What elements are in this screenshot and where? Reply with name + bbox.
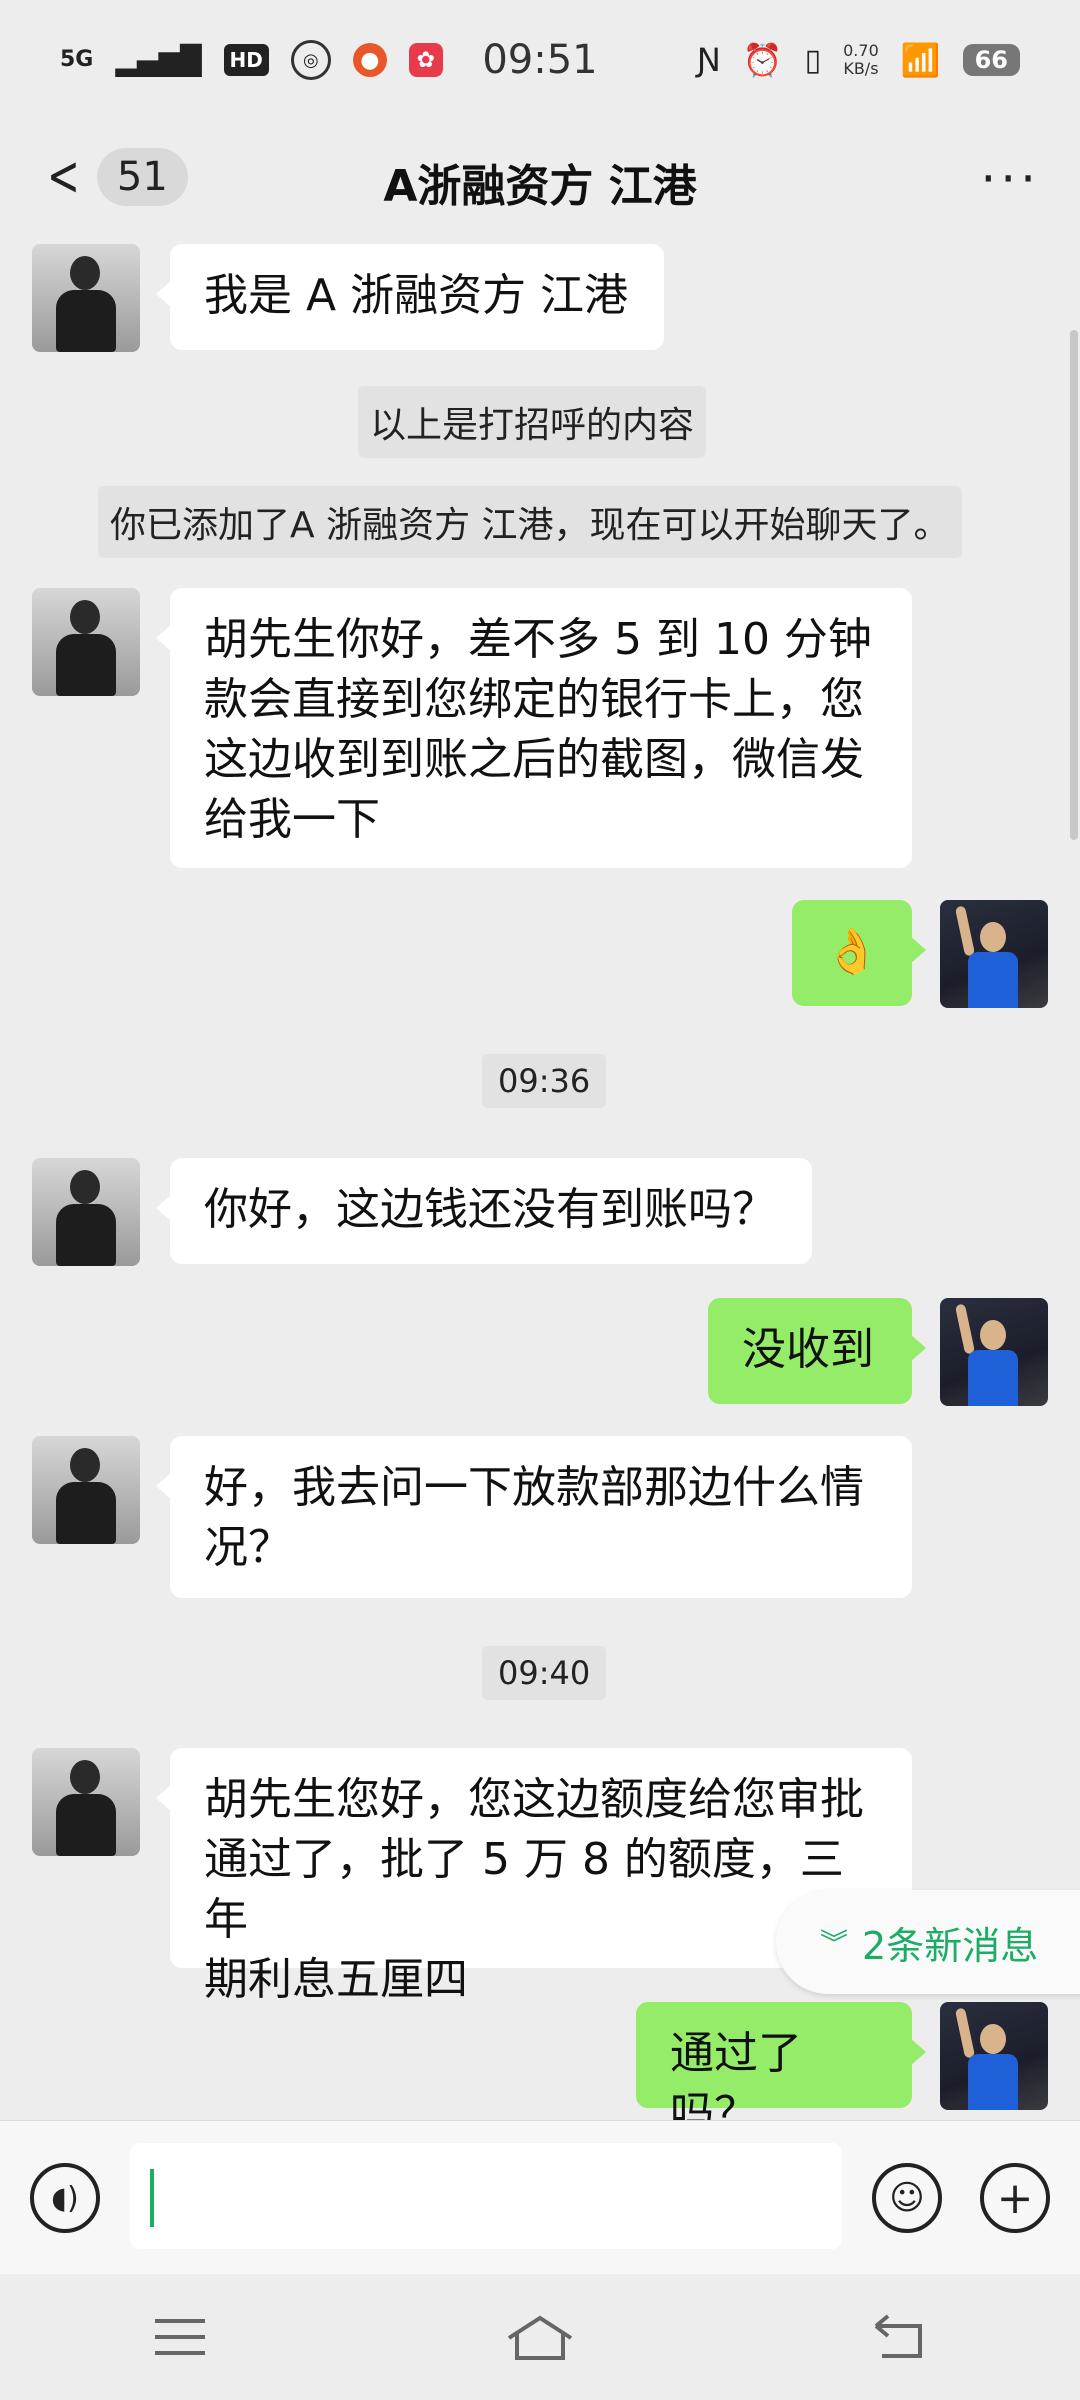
contact-avatar[interactable] bbox=[32, 1158, 140, 1266]
status-bar: 5G ▂▄▆█ HD ◎ ● ✿ 09:51 Ɲ ⏰ ▯ 0.70 KB/s 📶… bbox=[0, 0, 1080, 120]
message-line: 胡先生你好，差不多 5 到 10 分钟 bbox=[204, 614, 872, 665]
menu-key[interactable] bbox=[135, 2307, 225, 2367]
system-message: 你已添加了A 浙融资方 江港，现在可以开始聊天了。 bbox=[98, 486, 962, 558]
outgoing-message[interactable]: 👌 bbox=[792, 900, 926, 1006]
status-time: 09:51 bbox=[482, 37, 598, 83]
voice-input-button[interactable]: ◖) bbox=[30, 2163, 100, 2233]
battery-indicator: 66 bbox=[962, 44, 1020, 76]
contact-avatar[interactable] bbox=[32, 244, 140, 352]
avatar-arm bbox=[954, 905, 976, 957]
input-bar: ◖) ☺ + bbox=[0, 2120, 1080, 2275]
avatar-body bbox=[968, 2054, 1018, 2110]
avatar-head bbox=[70, 1170, 100, 1204]
incoming-message[interactable]: 你好，这边钱还没有到账吗？ bbox=[156, 1158, 812, 1264]
net-speed: 0.70 KB/s bbox=[843, 42, 879, 78]
app-notification-icon-2: ● bbox=[352, 43, 387, 77]
avatar-body bbox=[56, 1794, 116, 1856]
outgoing-message[interactable]: 通过了吗？ bbox=[636, 2002, 926, 2120]
incoming-message[interactable]: 我是 A 浙融资方 江港 bbox=[156, 244, 664, 350]
avatar-head bbox=[980, 1320, 1006, 1350]
message-line: 款会直接到您绑定的银行卡上，您 bbox=[204, 674, 864, 725]
net-speed-value: 0.70 bbox=[843, 41, 879, 60]
avatar-head bbox=[70, 600, 100, 634]
timestamp: 09:36 bbox=[482, 1054, 607, 1108]
outgoing-message[interactable]: 没收到 bbox=[708, 1298, 926, 1404]
my-avatar[interactable] bbox=[940, 2002, 1048, 2110]
incoming-message[interactable]: 胡先生你好，差不多 5 到 10 分钟 款会直接到您绑定的银行卡上，您 这边收到… bbox=[156, 588, 912, 868]
avatar-arm bbox=[954, 2007, 976, 2059]
timestamp: 09:40 bbox=[482, 1646, 607, 1700]
my-avatar[interactable] bbox=[940, 1298, 1048, 1406]
hd-badge: HD bbox=[223, 44, 269, 76]
avatar-head bbox=[70, 256, 100, 290]
avatar-head bbox=[70, 1760, 100, 1794]
contact-avatar[interactable] bbox=[32, 1748, 140, 1856]
scrollbar[interactable] bbox=[1070, 330, 1078, 840]
net-speed-unit: KB/s bbox=[843, 59, 879, 78]
avatar-body bbox=[968, 1350, 1018, 1406]
back-arrow-icon bbox=[874, 2314, 922, 2358]
message-line: 给我一下 bbox=[204, 794, 380, 845]
message-line: 这边收到到账之后的截图，微信发 bbox=[204, 734, 864, 785]
emoji-icon: ☺ bbox=[889, 2178, 925, 2218]
menu-icon bbox=[155, 2319, 205, 2355]
avatar-head bbox=[980, 922, 1006, 952]
contact-avatar[interactable] bbox=[32, 588, 140, 696]
avatar-body bbox=[56, 634, 116, 696]
my-avatar[interactable] bbox=[940, 900, 1048, 1008]
contact-avatar[interactable] bbox=[32, 1436, 140, 1544]
home-key[interactable] bbox=[495, 2307, 585, 2367]
message-line: 胡先生您好，您这边额度给您审批 bbox=[204, 1774, 864, 1825]
new-messages-button[interactable]: ︾ 2条新消息 bbox=[776, 1890, 1080, 1994]
app-notification-icon-3: ✿ bbox=[408, 43, 443, 77]
message-input[interactable] bbox=[130, 2143, 842, 2249]
avatar-body bbox=[968, 952, 1018, 1008]
wifi-icon: 📶 bbox=[900, 41, 941, 79]
home-icon bbox=[507, 2315, 573, 2360]
avatar-body bbox=[56, 1482, 116, 1544]
status-left: 5G ▂▄▆█ HD ◎ ● ✿ bbox=[60, 40, 443, 80]
chat-header: < 51 A浙融资方 江港 ··· bbox=[0, 120, 1080, 240]
signal-icon: ▂▄▆█ bbox=[115, 43, 202, 77]
emoji-button[interactable]: ☺ bbox=[872, 2163, 942, 2233]
new-messages-label: 2条新消息 bbox=[862, 1923, 1039, 1968]
vibrate-icon: ▯ bbox=[804, 42, 822, 78]
avatar-body bbox=[56, 290, 116, 352]
message-line: 好，我去问一下放款部那边什么情 bbox=[204, 1462, 864, 1513]
network-indicator: 5G bbox=[60, 47, 94, 72]
avatar-arm bbox=[954, 1303, 976, 1355]
double-chevron-down-icon: ︾ bbox=[820, 1927, 849, 1960]
more-options-button[interactable]: ··· bbox=[980, 150, 1040, 208]
message-line: 况？ bbox=[204, 1522, 292, 1573]
chat-title: A浙融资方 江港 bbox=[383, 161, 697, 212]
text-cursor bbox=[150, 2169, 154, 2227]
system-message: 以上是打招呼的内容 bbox=[358, 386, 707, 458]
plus-icon: + bbox=[996, 2172, 1034, 2224]
avatar-body bbox=[56, 1204, 116, 1266]
more-functions-button[interactable]: + bbox=[980, 2163, 1050, 2233]
avatar-head bbox=[980, 2024, 1006, 2054]
nfc-icon: Ɲ bbox=[696, 41, 721, 79]
status-right: Ɲ ⏰ ▯ 0.70 KB/s 📶 66 bbox=[697, 41, 1020, 79]
message-list[interactable]: 我是 A 浙融资方 江港 以上是打招呼的内容 你已添加了A 浙融资方 江港，现在… bbox=[0, 240, 1080, 2120]
voice-icon: ◖) bbox=[51, 2180, 79, 2216]
back-key[interactable] bbox=[855, 2307, 945, 2367]
system-navigation-bar bbox=[0, 2274, 1080, 2400]
avatar-head bbox=[70, 1448, 100, 1482]
incoming-message[interactable]: 好，我去问一下放款部那边什么情 况？ bbox=[156, 1436, 912, 1598]
app-notification-icon: ◎ bbox=[290, 40, 331, 80]
message-line: 期利息五厘四 bbox=[204, 1954, 468, 2005]
alarm-icon: ⏰ bbox=[742, 41, 783, 79]
